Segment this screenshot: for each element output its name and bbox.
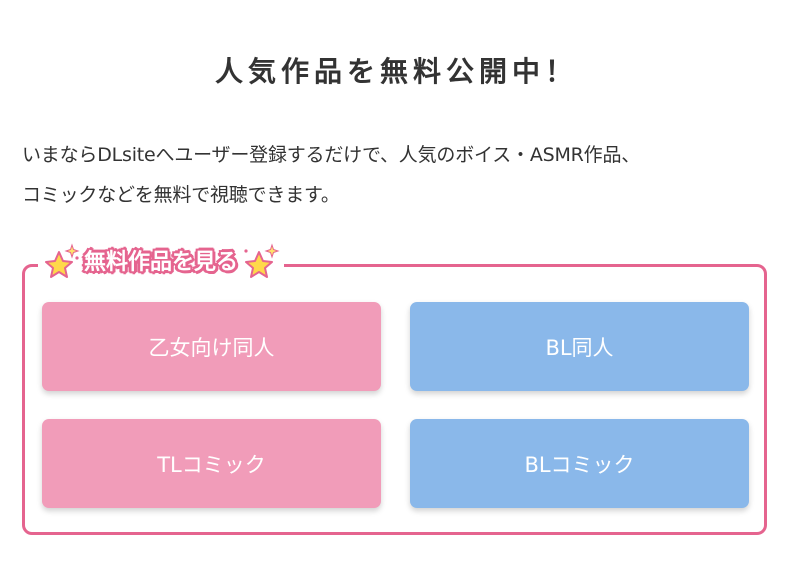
bl-doujin-button[interactable]: BL同人: [410, 302, 749, 391]
otome-doujin-label: 乙女向け同人: [148, 335, 275, 360]
sparkle-star-icon: [240, 243, 280, 283]
otome-doujin-button[interactable]: 乙女向け同人: [42, 302, 381, 391]
page-title: 人気作品を無料公開中！: [214, 55, 578, 88]
sparkle-star-icon: [42, 243, 82, 283]
free-works-title: 無料作品を見る: [84, 250, 239, 275]
bl-comic-button[interactable]: BLコミック: [410, 419, 749, 508]
bl-comic-label: BLコミック: [524, 452, 635, 477]
tl-comic-label: TLコミック: [157, 452, 266, 477]
bl-doujin-label: BL同人: [545, 335, 614, 360]
free-works-header: 無料作品を見る: [38, 240, 285, 286]
tl-comic-button[interactable]: TLコミック: [42, 419, 381, 508]
intro-line-1: いまならDLsiteへユーザー登録するだけで、人気のボイス・ASMR作品、: [22, 144, 641, 166]
intro-line-2: コミックなどを無料で視聴できます。: [22, 184, 340, 206]
intro-text: いまならDLsiteへユーザー登録するだけで、人気のボイス・ASMR作品、 コミ…: [22, 135, 782, 215]
